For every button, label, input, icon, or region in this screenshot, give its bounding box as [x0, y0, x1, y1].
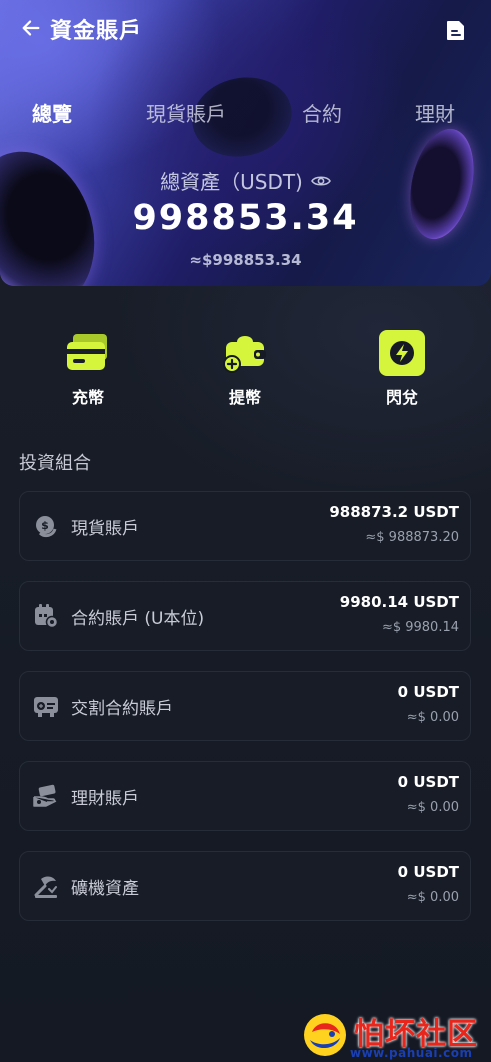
account-card-contract[interactable]: 合約賬戶 (U本位) 9980.14 USDT ≈$ 9980.14: [19, 581, 471, 651]
account-amount: 0 USDT: [397, 773, 459, 791]
watermark: 怕坏社区 www.pahuai.com: [300, 1008, 491, 1062]
total-assets-label: 總資產（USDT): [160, 170, 303, 194]
svg-text:$: $: [41, 519, 49, 532]
swap-label: 閃兌: [385, 388, 418, 407]
portfolio-title: 投資組合: [19, 453, 91, 474]
account-approx: ≈$ 9980.14: [381, 620, 459, 635]
wallet-plus-icon: [220, 330, 270, 376]
account-approx: ≈$ 0.00: [406, 800, 459, 815]
account-approx: ≈$ 0.00: [406, 710, 459, 725]
withdraw-label: 提幣: [228, 388, 261, 407]
tab-spot-account[interactable]: 現貨賬戶: [146, 98, 226, 127]
portfolio-list: $ 現貨賬戶 988873.2 USDT ≈$ 988873.20 合約賬戶 (…: [19, 491, 471, 941]
account-card-spot[interactable]: $ 現貨賬戶 988873.2 USDT ≈$ 988873.20: [19, 491, 471, 561]
lightning-icon: [377, 330, 427, 376]
card-icon: [63, 330, 113, 376]
account-tabs: 總覽 現貨賬戶 合約 理財: [0, 98, 491, 132]
tab-overview[interactable]: 總覽: [32, 98, 72, 127]
swap-button[interactable]: 閃兌: [352, 330, 452, 408]
account-name: 交割合約賬戶: [71, 699, 173, 719]
withdraw-button[interactable]: 提幣: [195, 330, 295, 408]
account-card-finance[interactable]: 理財賬戶 0 USDT ≈$ 0.00: [19, 761, 471, 831]
tab-contract[interactable]: 合約: [302, 98, 342, 127]
eye-icon[interactable]: [310, 174, 331, 188]
hero-banner: 資金賬戶 總覽 現貨賬戶 合約 理財 總資產（USDT) 998853.34 ≈…: [0, 0, 491, 286]
arrow-left-icon[interactable]: [20, 17, 42, 39]
account-amount: 9980.14 USDT: [339, 593, 459, 611]
coins-icon: $: [36, 516, 57, 538]
account-amount: 988873.2 USDT: [329, 503, 459, 521]
account-name: 理財賬戶: [71, 789, 139, 809]
account-name: 礦機資產: [71, 879, 139, 899]
account-approx: ≈$ 0.00: [406, 890, 459, 905]
quick-actions: 充幣 提幣 閃兌: [0, 330, 491, 410]
document-icon[interactable]: [444, 18, 468, 42]
total-assets-approx: ≈$998853.34: [189, 251, 302, 269]
total-assets-value: 998853.34: [132, 198, 359, 238]
calendar-gear-icon: [35, 604, 59, 629]
deposit-label: 充幣: [71, 388, 104, 407]
account-amount: 0 USDT: [397, 683, 459, 701]
account-approx: ≈$ 988873.20: [365, 530, 459, 545]
tab-finance[interactable]: 理財: [415, 98, 455, 127]
account-name: 現貨賬戶: [71, 519, 139, 539]
account-amount: 0 USDT: [397, 863, 459, 881]
watermark-logo-icon: [304, 1014, 346, 1056]
deposit-button[interactable]: 充幣: [38, 330, 138, 408]
mining-icon: [34, 876, 57, 898]
page-title: 資金賬戶: [50, 19, 143, 44]
account-card-delivery-contract[interactable]: 交割合約賬戶 0 USDT ≈$ 0.00: [19, 671, 471, 741]
account-name: 合約賬戶 (U本位): [71, 609, 205, 629]
delivery-icon: [34, 697, 58, 717]
account-card-mining[interactable]: 礦機資產 0 USDT ≈$ 0.00: [19, 851, 471, 921]
watermark-url: www.pahuai.com: [350, 1046, 473, 1060]
total-assets-label-row: 總資產（USDT): [0, 166, 491, 195]
hand-money-icon: [33, 784, 57, 807]
header-bar: 資金賬戶: [0, 0, 491, 60]
